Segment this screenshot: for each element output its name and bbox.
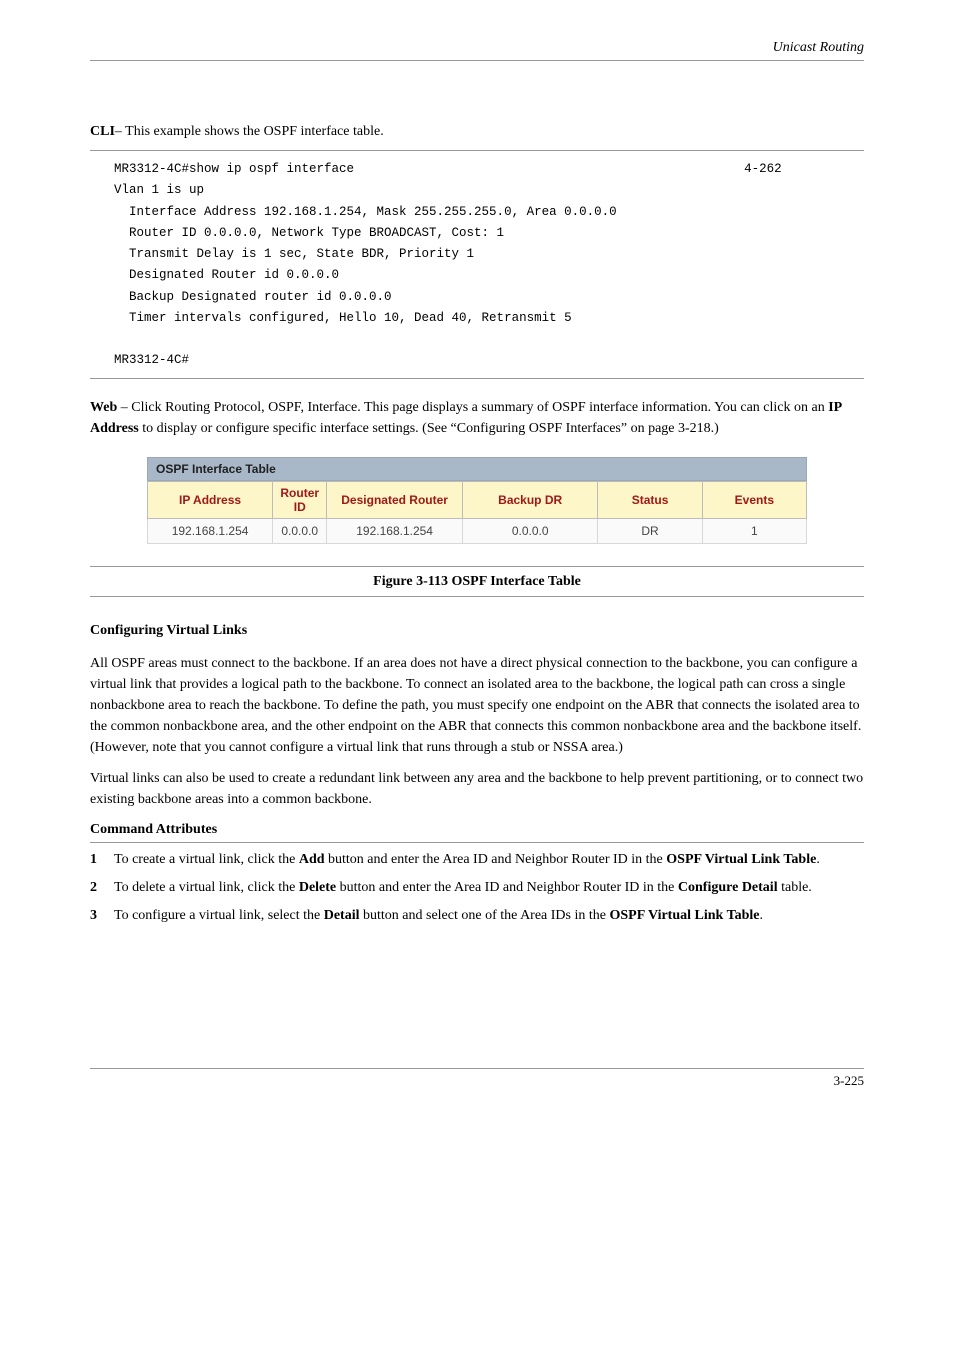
footer-pagenum: 3-225 — [834, 1073, 864, 1089]
cli-intro-line: CLI– This example shows the OSPF interfa… — [90, 121, 864, 142]
cell-bdr: 0.0.0.0 — [462, 518, 598, 543]
page-footer: 3-225 — [90, 1068, 864, 1089]
figure-top-divider — [90, 566, 864, 567]
cell-rid: 0.0.0.0 — [273, 518, 327, 543]
step-2: 2To delete a virtual link, click the Del… — [90, 877, 864, 899]
th-events: Events — [702, 481, 806, 518]
step-1-prefix: To create a virtual link, click the — [114, 852, 299, 867]
step-3-mid: button and select one of the Area IDs in… — [360, 908, 610, 923]
cli-out-5: Designated Router id 0.0.0.0 — [114, 268, 339, 282]
step-3-num: 3 — [90, 905, 114, 927]
th-ip-address: IP Address — [148, 481, 273, 518]
cli-out-3: Router ID 0.0.0.0, Network Type BROADCAS… — [114, 226, 504, 240]
cli-out-7: Timer intervals configured, Hello 10, De… — [114, 311, 572, 325]
step-1-num: 1 — [90, 849, 114, 871]
cli-pageref: 4-262 — [744, 162, 782, 176]
vlink-paragraph-2: Virtual links can also be used to create… — [90, 768, 864, 810]
cell-ip[interactable]: 192.168.1.254 — [148, 518, 273, 543]
step-1-suffix: . — [816, 852, 820, 867]
step-2-term2: Configure Detail — [678, 880, 778, 895]
cli-heading: CLI — [90, 124, 115, 139]
cell-dr: 192.168.1.254 — [327, 518, 463, 543]
web-intro-prefix: – Click Routing Protocol, OSPF, Interfac… — [117, 400, 828, 415]
step-1-term1: Add — [299, 852, 325, 867]
page-header-right: Unicast Routing — [90, 40, 864, 56]
step-2-mid: button and enter the Area ID and Neighbo… — [336, 880, 678, 895]
step-3: 3To configure a virtual link, select the… — [90, 905, 864, 927]
vlink-paragraph-1: All OSPF areas must connect to the backb… — [90, 653, 864, 758]
th-backup-dr: Backup DR — [462, 481, 598, 518]
th-designated-router: Designated Router — [327, 481, 463, 518]
cell-status: DR — [598, 518, 702, 543]
step-2-term1: Delete — [299, 880, 336, 895]
th-status: Status — [598, 481, 702, 518]
figure-bottom-divider — [90, 596, 864, 597]
th-router-id: Router ID — [273, 481, 327, 518]
command-attributes-heading: Command Attributes — [90, 822, 864, 838]
table-header-row: IP Address Router ID Designated Router B… — [148, 481, 807, 518]
ospf-table-title: OSPF Interface Table — [147, 457, 807, 481]
cli-cmd: MR3312-4C#show ip ospf interface — [114, 162, 354, 176]
web-intro-suffix: to display or configure specific interfa… — [139, 421, 719, 436]
ospf-interface-table: IP Address Router ID Designated Router B… — [147, 481, 807, 544]
cmd-attr-divider — [90, 842, 864, 843]
step-3-term2: OSPF Virtual Link Table — [609, 908, 759, 923]
step-3-prefix: To configure a virtual link, select the — [114, 908, 324, 923]
cli-prompt: MR3312-4C# — [114, 353, 189, 367]
cell-events: 1 — [702, 518, 806, 543]
cli-out-1: Vlan 1 is up — [114, 183, 204, 197]
cli-out-4: Transmit Delay is 1 sec, State BDR, Prio… — [114, 247, 474, 261]
step-2-prefix: To delete a virtual link, click the — [114, 880, 299, 895]
cli-bottom-divider — [90, 378, 864, 379]
step-3-suffix: . — [760, 908, 764, 923]
table-row: 192.168.1.254 0.0.0.0 192.168.1.254 0.0.… — [148, 518, 807, 543]
step-2-num: 2 — [90, 877, 114, 899]
step-3-term1: Detail — [324, 908, 360, 923]
figure-caption: Figure 3-113 OSPF Interface Table — [90, 571, 864, 592]
vlink-heading: Configuring Virtual Links — [90, 623, 864, 639]
cli-output-block: MR3312-4C#show ip ospf interface 4-262 V… — [90, 159, 864, 372]
web-intro: Web – Click Routing Protocol, OSPF, Inte… — [90, 397, 864, 439]
cli-top-divider — [90, 150, 864, 151]
cli-intro: – This example shows the OSPF interface … — [115, 124, 384, 139]
cli-out-2: Interface Address 192.168.1.254, Mask 25… — [114, 205, 617, 219]
step-1-term2: OSPF Virtual Link Table — [666, 852, 816, 867]
step-1: 1To create a virtual link, click the Add… — [90, 849, 864, 871]
web-heading: Web — [90, 400, 117, 415]
step-1-mid: button and enter the Area ID and Neighbo… — [325, 852, 667, 867]
header-divider — [90, 60, 864, 61]
ospf-interface-table-wrap: OSPF Interface Table IP Address Router I… — [147, 457, 807, 544]
step-2-suffix: table. — [778, 880, 812, 895]
cli-out-6: Backup Designated router id 0.0.0.0 — [114, 290, 392, 304]
